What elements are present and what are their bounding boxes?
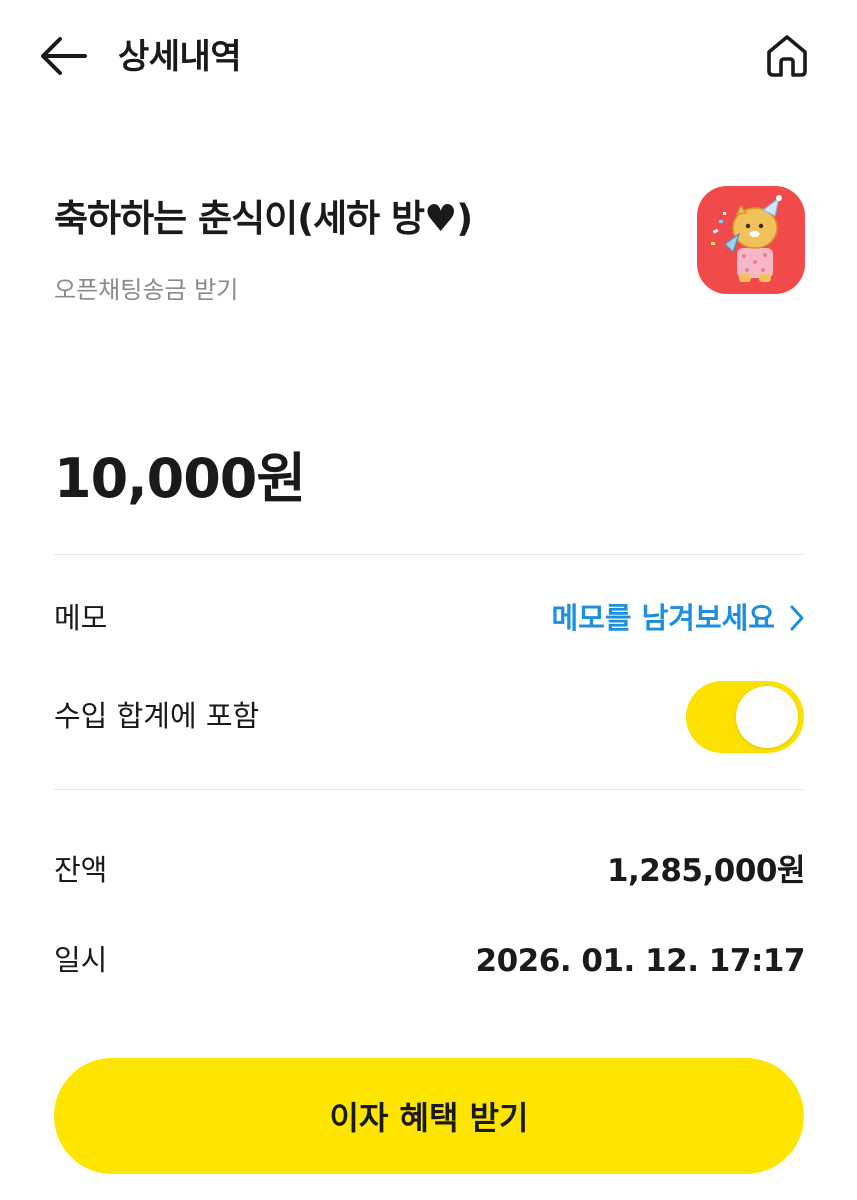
divider xyxy=(54,554,804,555)
interest-benefit-button[interactable]: 이자 혜택 받기 xyxy=(54,1058,804,1174)
date-label: 일시 xyxy=(54,943,108,977)
balance-label: 잔액 xyxy=(54,853,108,887)
page-title: 상세내역 xyxy=(118,37,242,77)
celebrating-chunsik-sticker xyxy=(697,186,805,294)
arrow-left-icon xyxy=(41,37,87,75)
interest-benefit-button-label: 이자 혜택 받기 xyxy=(329,1099,529,1137)
income-toggle-label: 수입 합계에 포함 xyxy=(54,699,260,733)
sender-name: 축하하는 춘식이(세하 방♥) xyxy=(54,197,473,240)
toggle-knob xyxy=(736,686,798,748)
date-value: 2026. 01. 12. 17:17 xyxy=(475,943,806,979)
memo-label: 메모 xyxy=(54,601,108,635)
home-icon xyxy=(767,35,807,77)
home-button[interactable] xyxy=(758,28,816,84)
top-app-bar: 상세내역 xyxy=(0,0,857,115)
memo-link[interactable]: 메모를 남겨보세요 xyxy=(551,596,805,640)
transaction-amount: 10,000원 xyxy=(54,447,306,510)
chevron-right-icon xyxy=(790,605,804,631)
memo-link-text: 메모를 남겨보세요 xyxy=(551,601,775,635)
divider xyxy=(54,789,804,790)
balance-value: 1,285,000원 xyxy=(606,853,806,889)
chunsik-character-icon xyxy=(711,195,782,282)
back-button[interactable] xyxy=(34,30,92,82)
transaction-type: 오픈채팅송금 받기 xyxy=(54,276,239,304)
income-toggle-switch[interactable] xyxy=(686,681,804,753)
